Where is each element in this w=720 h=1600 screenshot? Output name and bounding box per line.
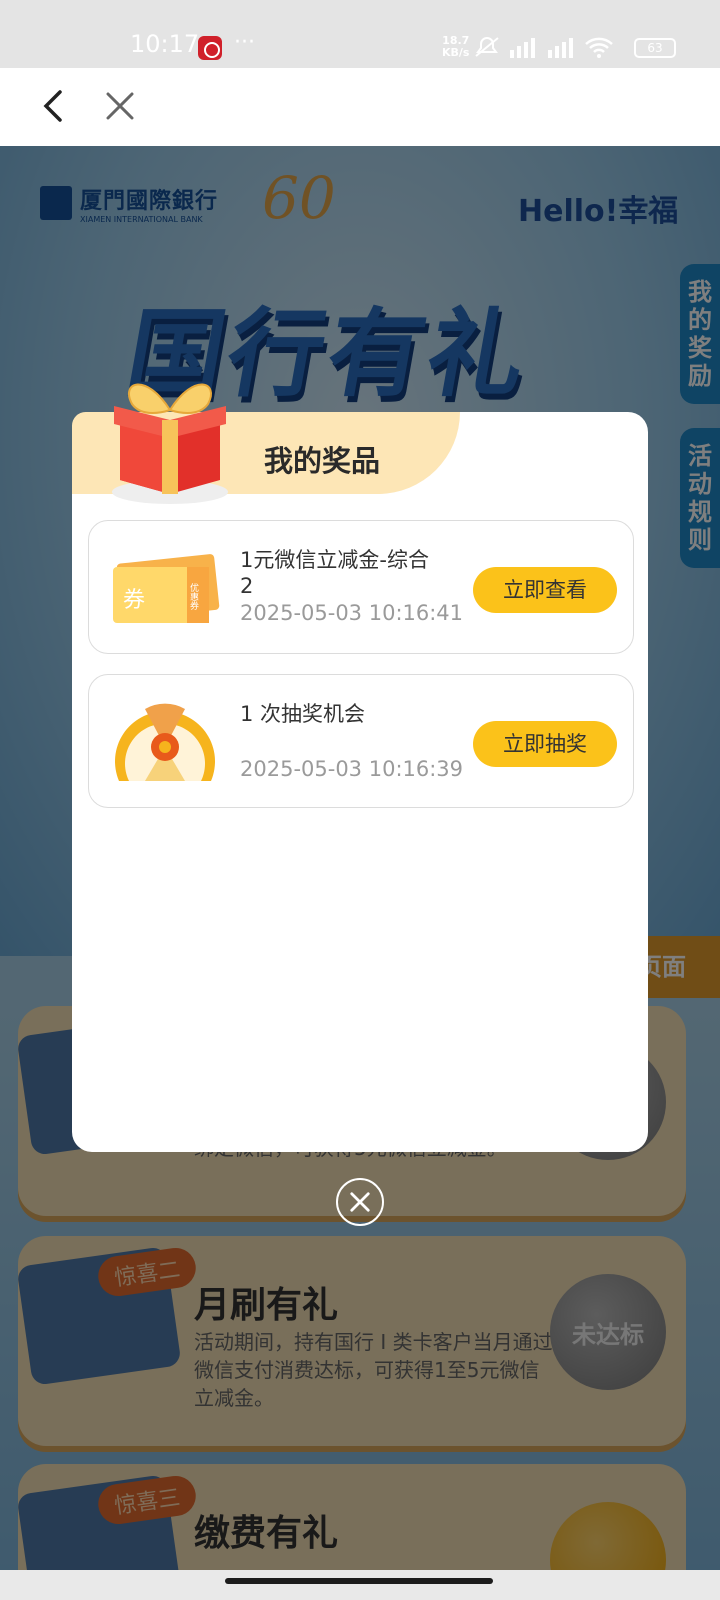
nav-bar: [0, 68, 720, 146]
signal-icon: [510, 38, 535, 58]
prize-name: 1 次抽奖机会: [240, 702, 366, 726]
prize-time: 2025-05-03 10:16:41: [240, 601, 464, 625]
close-icon[interactable]: [102, 88, 138, 124]
prize-name: 1元微信立减金-综合2: [240, 548, 429, 598]
network-speed-unit: KB/s: [442, 46, 470, 59]
nav-gesture-area: [0, 1570, 720, 1600]
network-speed: 18.7 KB/s: [442, 35, 469, 59]
prize-item: 1 次抽奖机会 2025-05-03 10:16:39 立即抽奖: [88, 674, 634, 808]
prize-item: 券 优惠券 1元微信立减金-综合2 2025-05-03 10:16:41 立即…: [88, 520, 634, 654]
view-prize-button[interactable]: 立即查看: [473, 567, 617, 613]
signal-icon-2: [548, 38, 573, 58]
more-notifications-icon: ···: [234, 30, 255, 55]
gift-box-icon: [112, 383, 228, 504]
status-bar: 10:17 ··· 18.7 KB/s 63: [0, 0, 720, 68]
coupon-icon: 券 优惠券: [113, 554, 220, 623]
lottery-wheel-icon: [115, 703, 215, 781]
chevron-left-icon[interactable]: [36, 86, 72, 126]
coupon-text: 券: [123, 588, 145, 613]
prize-time: 2025-05-03 10:16:39: [240, 757, 464, 781]
status-time: 10:17: [130, 30, 200, 58]
prizes-modal: 我的奖品 券 优惠券 1元微信立减金-综合2 2025-05-03 10:16:…: [72, 412, 648, 1152]
battery-indicator: 63: [634, 38, 676, 58]
notification-app-icon: [198, 36, 222, 60]
home-indicator[interactable]: [225, 1578, 493, 1584]
draw-lottery-button[interactable]: 立即抽奖: [473, 721, 617, 767]
modal-title: 我的奖品: [264, 444, 381, 478]
mute-icon: [475, 37, 499, 57]
wifi-icon: [585, 37, 613, 58]
close-circle-icon[interactable]: [336, 1178, 384, 1226]
coupon-side-text: 优惠券: [188, 582, 199, 611]
